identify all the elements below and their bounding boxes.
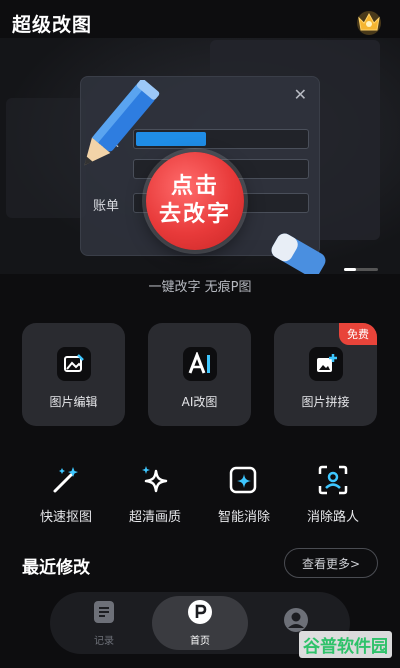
quick-tool-hd[interactable]: 超清画质 — [115, 460, 195, 525]
cta-line-2: 去改字 — [158, 202, 231, 227]
quick-tool-label: 快速抠图 — [39, 510, 92, 525]
close-icon: ✕ — [293, 85, 307, 104]
quick-tool-remove-people[interactable]: 消除路人 — [293, 460, 373, 525]
tool-ai-edit[interactable]: AI改图 — [148, 323, 251, 426]
hero-banner[interactable]: ✕ 海报 账单 点击 去改字 — [0, 38, 400, 274]
hero-tagline: 一键改字 无痕P图 — [148, 280, 252, 295]
app-title: 超级改图 — [12, 14, 93, 36]
record-icon — [91, 599, 117, 629]
watermark: 谷普软件园 — [299, 631, 392, 658]
field-label-bill: 账单 — [93, 199, 120, 214]
image-edit-icon — [56, 347, 91, 381]
free-badge: 免费 — [339, 323, 377, 345]
quick-tool-cutout[interactable]: 快速抠图 — [26, 460, 106, 525]
edit-text-cta-button[interactable]: 点击 去改字 — [146, 152, 244, 250]
quick-tool-label: 消除路人 — [306, 510, 359, 525]
tool-label: 图片拼接 — [301, 395, 350, 409]
cta-line-1: 点击 — [170, 174, 219, 199]
tool-label: AI改图 — [181, 395, 218, 409]
ai-icon — [182, 347, 217, 381]
view-more-button[interactable]: 查看更多> — [284, 548, 378, 578]
recent-section-title: 最近修改 — [22, 558, 90, 578]
magic-wand-icon — [46, 460, 86, 500]
tab-home[interactable]: 首页 — [152, 596, 248, 650]
vip-crown-icon[interactable] — [354, 6, 384, 36]
quick-tool-smart-erase[interactable]: 智能消除 — [204, 460, 284, 525]
smart-erase-icon — [224, 460, 264, 500]
tool-label: 图片编辑 — [49, 395, 98, 409]
carousel-indicator — [344, 268, 378, 271]
tool-image-edit[interactable]: 图片编辑 — [22, 323, 125, 426]
tab-label: 记录 — [94, 636, 114, 647]
quick-tool-label: 超清画质 — [128, 510, 181, 525]
home-p-icon — [187, 599, 213, 629]
person-scan-icon — [313, 460, 353, 500]
pencil-icon — [64, 79, 164, 184]
quick-tool-label: 智能消除 — [217, 510, 270, 525]
eraser-icon — [262, 228, 332, 274]
sparkle-icon — [135, 460, 175, 500]
tool-image-stitch[interactable]: 免费 图片拼接 — [274, 323, 377, 426]
tab-records[interactable]: 记录 — [56, 596, 152, 650]
tab-label: 首页 — [190, 636, 210, 647]
image-add-icon — [308, 347, 343, 381]
